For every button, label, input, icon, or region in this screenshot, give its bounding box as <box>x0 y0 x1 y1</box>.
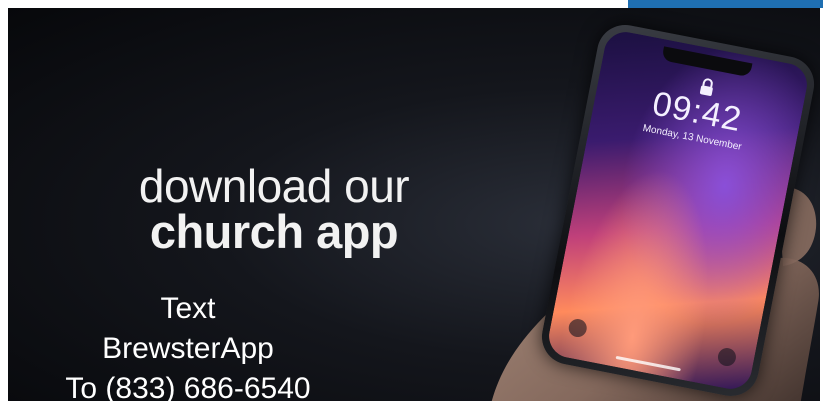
sms-instructions: Text BrewsterApp To (833) 686-6540 <box>8 289 368 401</box>
headline-line-2: church app <box>149 205 399 258</box>
top-accent-bar <box>628 0 823 8</box>
sms-keyword: BrewsterApp <box>102 332 274 365</box>
headline-line-1: download our <box>138 160 410 212</box>
promo-banner: 09:42 Monday, 13 November download our c… <box>8 8 820 401</box>
camera-icon <box>716 346 738 368</box>
sms-line-text: Text <box>160 292 216 325</box>
sms-phone-number: To (833) 686-6540 <box>65 372 311 401</box>
flashlight-icon <box>567 317 589 339</box>
headline: download our church app <box>74 162 474 256</box>
